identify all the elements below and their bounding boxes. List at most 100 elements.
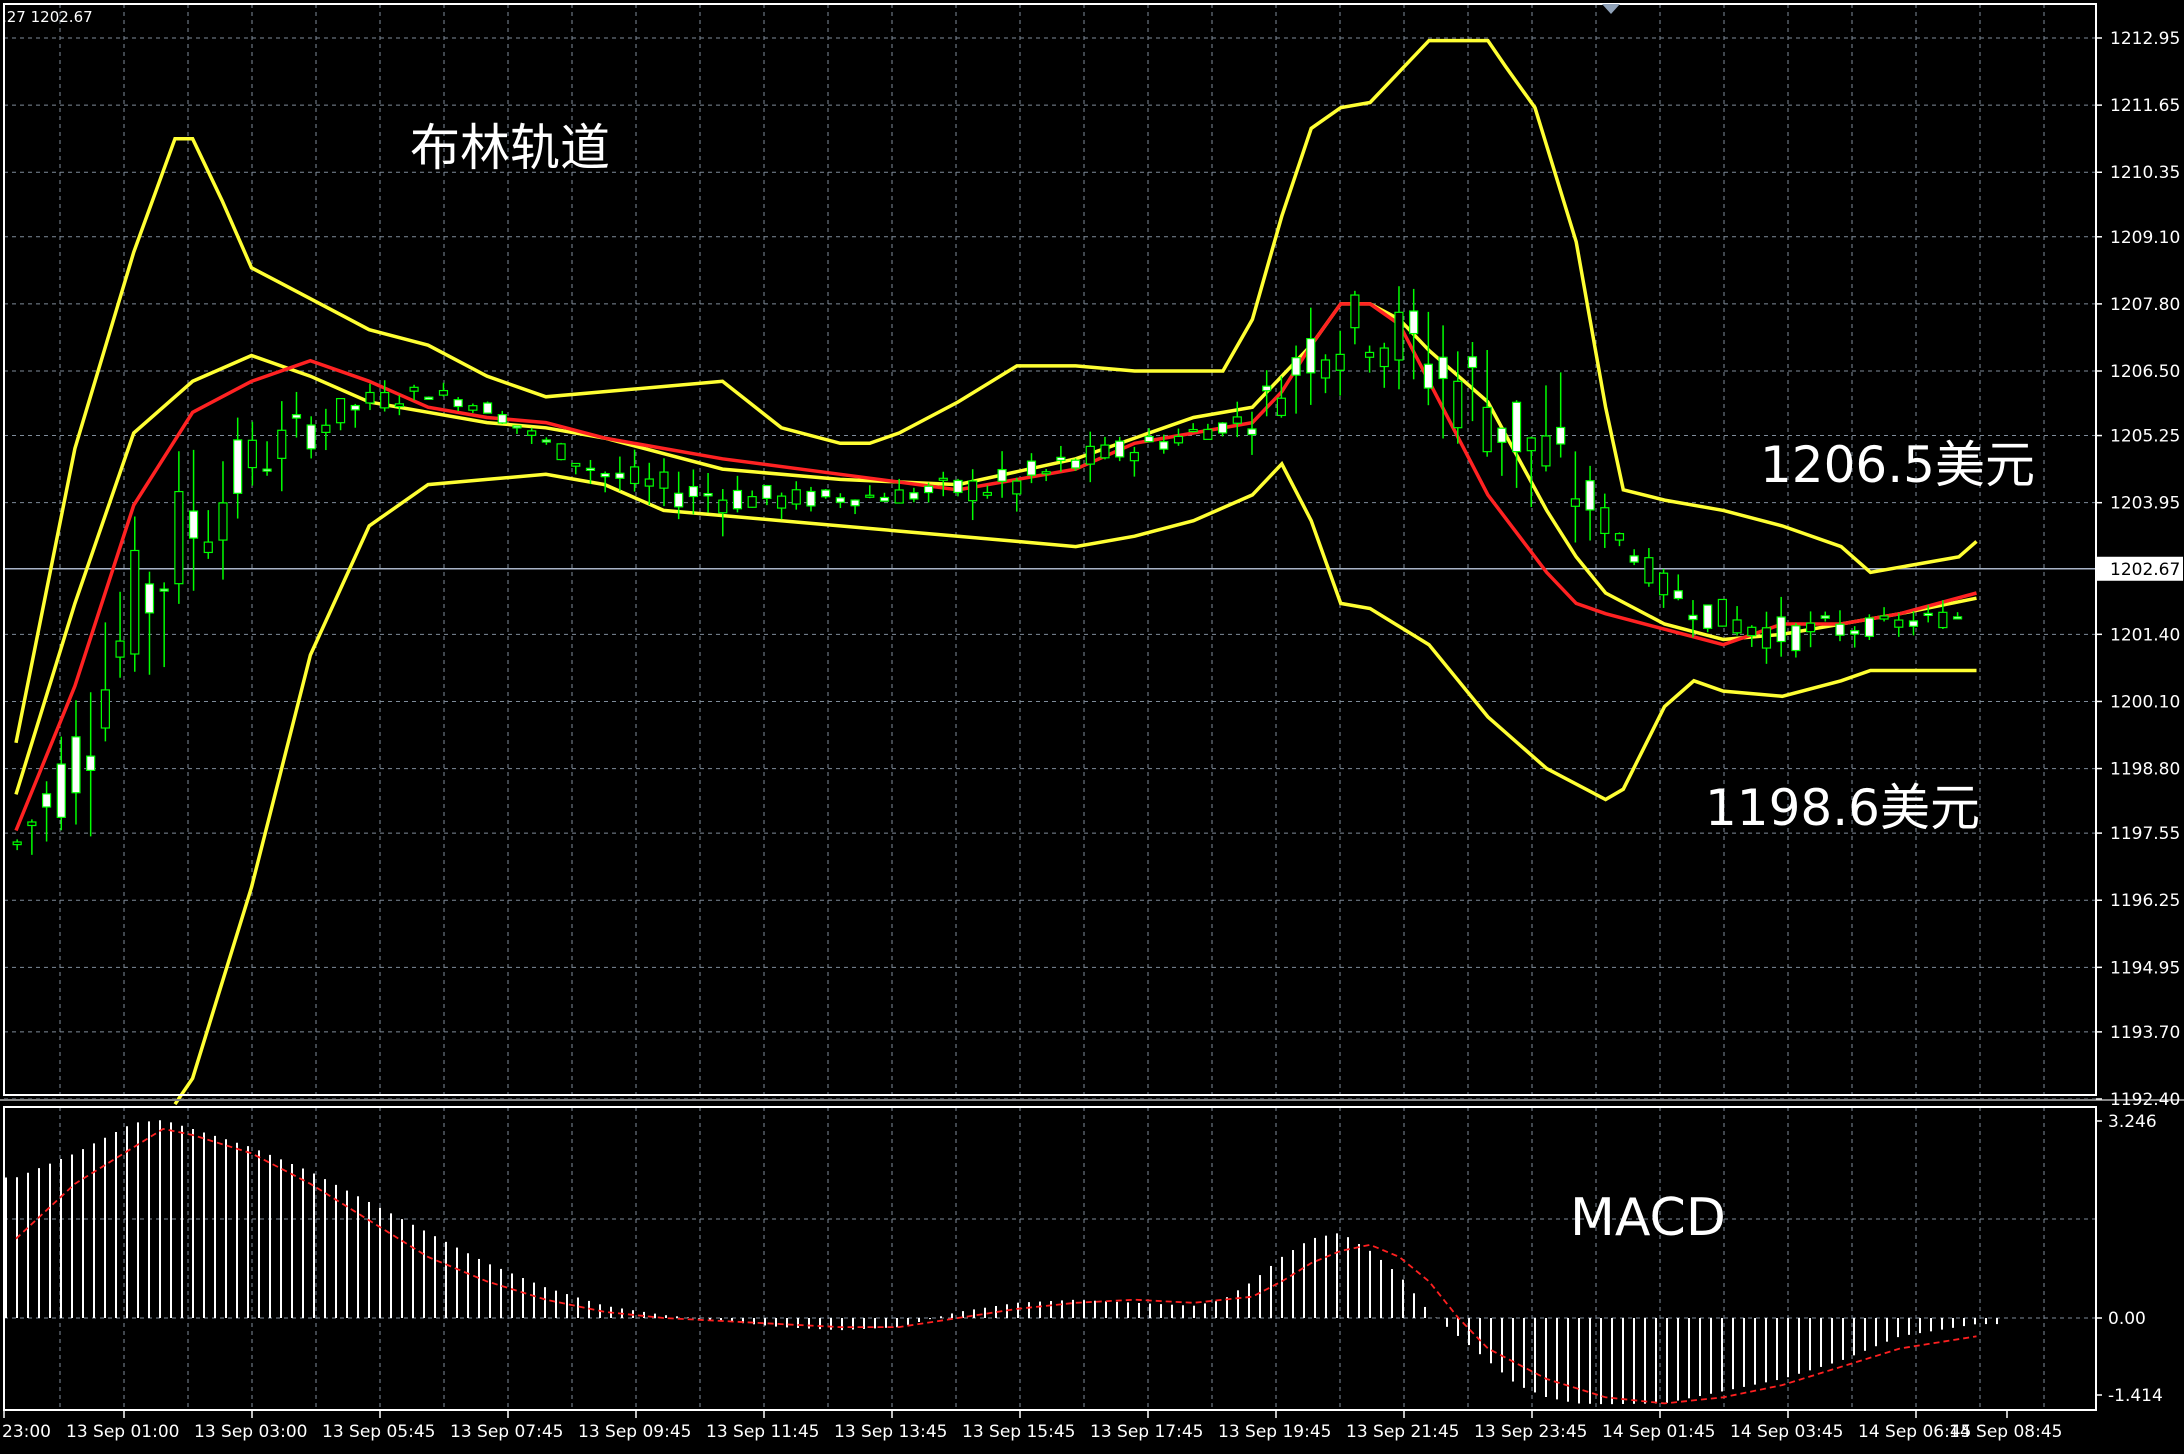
candle-body	[291, 414, 302, 419]
candle-body	[453, 399, 463, 408]
candle-body	[1747, 626, 1757, 637]
candle-body	[1409, 310, 1419, 335]
candle-body	[1776, 616, 1786, 643]
candle-body	[1188, 428, 1198, 433]
candle-body	[144, 583, 155, 614]
candle-body	[27, 821, 37, 827]
candle-body	[218, 502, 228, 541]
candle-body	[1497, 427, 1507, 443]
candle-body	[424, 396, 434, 400]
candle-body	[1952, 616, 1963, 620]
time-tick-label: 23:00	[2, 1422, 51, 1442]
candle-body	[1658, 572, 1669, 596]
lower-price-label: 1198.6美元	[1705, 779, 1980, 837]
candle-body	[1276, 397, 1286, 417]
candle-body	[688, 485, 698, 498]
candle-body	[1144, 435, 1154, 443]
candle-body	[674, 492, 684, 508]
candle-body	[659, 471, 669, 489]
price-tick-label: 1207.80	[2110, 295, 2180, 315]
candle-body	[571, 462, 581, 467]
candle-body	[527, 430, 537, 436]
candle-body	[894, 489, 904, 504]
price-tick-label: 1205.25	[2110, 427, 2180, 447]
candle-body	[850, 499, 860, 507]
candle-body	[1570, 498, 1580, 507]
time-tick-label: 13 Sep 03:00	[194, 1422, 307, 1442]
candle-body	[409, 386, 419, 392]
candle-body	[1732, 619, 1742, 634]
macd-tick-label: 0.00	[2108, 1309, 2146, 1329]
candle-body	[1511, 401, 1522, 453]
candle-body	[277, 429, 287, 459]
candle-body	[1791, 625, 1801, 652]
candle-body	[629, 466, 640, 485]
candle-body	[233, 439, 243, 494]
candle-body	[997, 468, 1007, 482]
candle-body	[1335, 353, 1345, 371]
candle-body	[71, 736, 81, 794]
candle-body	[1835, 623, 1845, 636]
candle-body	[953, 479, 963, 494]
candle-body	[438, 389, 449, 396]
candle-body	[1688, 614, 1698, 621]
candle-body	[41, 793, 52, 808]
candle-body	[1291, 357, 1301, 376]
candle-body	[806, 490, 816, 507]
time-tick-label: 13 Sep 05:45	[322, 1422, 435, 1442]
time-tick-label: 13 Sep 07:45	[450, 1422, 563, 1442]
candle-body	[174, 490, 184, 585]
candle-body	[1585, 480, 1595, 511]
candle-body	[468, 405, 478, 411]
candle-body	[1379, 347, 1389, 368]
candle-body	[100, 689, 110, 729]
chart-svg: 1212.95 1211.65 1210.35 1209.10 1207.80 1206.…	[0, 0, 2184, 1454]
candle-body	[56, 763, 66, 818]
price-tick-label: 1201.40	[2110, 625, 2180, 645]
candle-body	[482, 402, 493, 414]
macd-title: MACD	[1570, 1188, 1726, 1248]
candle-body	[203, 541, 213, 554]
candle-body	[1820, 615, 1830, 619]
candle-body	[1320, 359, 1331, 379]
candle-body	[365, 391, 375, 404]
time-tick-label: 13 Sep 17:45	[1090, 1422, 1203, 1442]
candle-body	[1203, 428, 1213, 440]
candle-body	[644, 478, 654, 487]
macd-tick-label: -1.414	[2108, 1386, 2163, 1406]
price-tick-label: 1192.40	[2110, 1090, 2180, 1110]
candle-body	[1614, 533, 1625, 541]
candle-body	[1247, 428, 1257, 436]
candle-body	[821, 489, 831, 498]
candle-body	[1908, 620, 1919, 627]
candle-body	[938, 477, 948, 481]
price-tick-label: 1209.10	[2110, 228, 2180, 248]
candle-body	[1526, 437, 1536, 452]
price-tick-label: 1202.67	[2110, 560, 2180, 580]
price-tick-label: 1197.55	[2110, 824, 2180, 844]
header-text: ,27 1202.67	[2, 8, 93, 26]
candle-body	[1100, 444, 1110, 459]
candle-body	[1232, 416, 1242, 424]
price-tick-label: 1198.80	[2110, 760, 2180, 780]
candle-body	[1673, 590, 1683, 600]
candle-body	[865, 494, 875, 498]
candle-body	[762, 484, 772, 500]
candle-body	[1056, 456, 1066, 461]
price-tick-label: 1212.95	[2110, 29, 2180, 49]
time-tick-label: 14 Sep 08:45	[1949, 1422, 2062, 1442]
candle-body	[130, 549, 140, 655]
candle-body	[703, 492, 713, 497]
candle-body	[879, 496, 890, 502]
candle-body	[747, 496, 757, 508]
candle-body	[1864, 617, 1874, 637]
candle-body	[1350, 294, 1360, 329]
candle-body	[512, 425, 522, 429]
candle-body	[1129, 451, 1139, 462]
candle-body	[923, 485, 934, 494]
price-tick-label: 1210.35	[2110, 163, 2180, 183]
candle-body	[1938, 611, 1948, 629]
candle-body	[350, 404, 360, 411]
candle-body	[497, 414, 507, 424]
candle-body	[600, 472, 610, 478]
